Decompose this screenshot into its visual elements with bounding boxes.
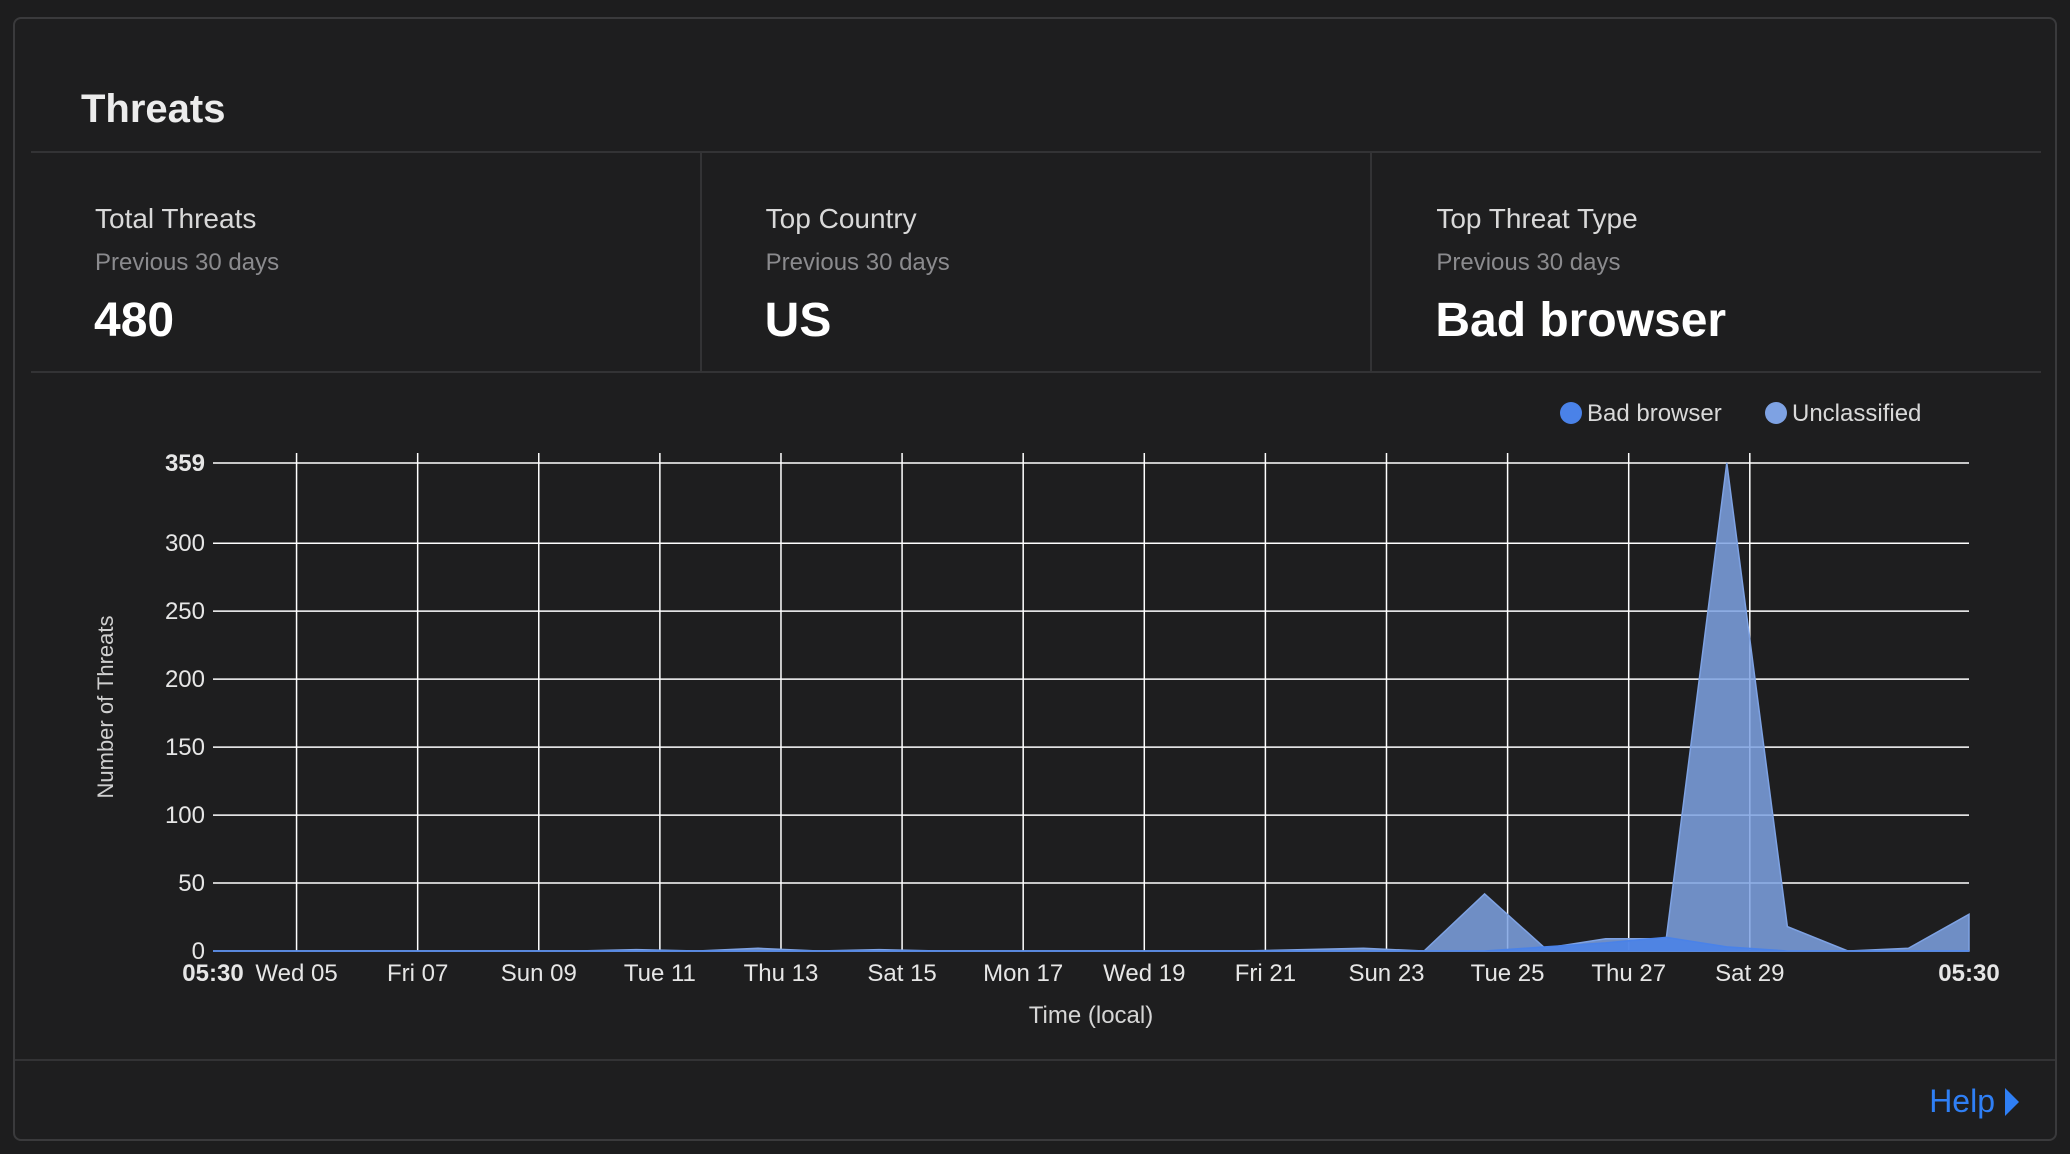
threats-card: Threats Total Threats Previous 30 days 4… — [13, 17, 2057, 1141]
x-tick-label: Mon 17 — [983, 960, 1063, 987]
x-tick-label: Wed 19 — [1103, 960, 1185, 987]
x-tick-label: Fri 07 — [387, 960, 448, 987]
y-tick-label: 200 — [165, 666, 205, 693]
stat-label: Top Threat Type — [1436, 203, 1638, 234]
stat-total-threats: Total Threats Previous 30 days 480 — [31, 153, 702, 371]
x-tick-label: Sun 23 — [1348, 960, 1424, 987]
x-tick-label: 05:30 — [182, 960, 243, 987]
legend-swatch-0 — [1560, 402, 1582, 424]
stat-value: 480 — [94, 294, 175, 347]
stat-value: US — [764, 294, 832, 347]
y-tick-label: 250 — [165, 598, 205, 625]
footer-divider — [15, 1059, 2055, 1061]
caret-right-icon — [2005, 1087, 2019, 1116]
y-tick-label: 100 — [165, 802, 205, 829]
x-tick-label: Thu 27 — [1591, 960, 1666, 987]
y-tick-label: 150 — [165, 734, 205, 761]
stat-label: Total Threats — [95, 203, 257, 234]
stat-period: Previous 30 days — [1436, 249, 1621, 276]
x-tick-label: Thu 13 — [744, 960, 819, 987]
x-tick-label: 05:30 — [1938, 960, 1999, 987]
y-tick-label: 300 — [165, 530, 205, 557]
help-label: Help — [1929, 1083, 1995, 1119]
threats-chart: 0 50 100 150 200 250 300 359 05:30 Wed 05 Fri 07 Su… — [31, 373, 2041, 1063]
x-tick-label: Sat 29 — [1715, 960, 1784, 987]
y-tick-label: 50 — [178, 870, 205, 897]
threats-area-chart: 05010015020025030035905:30 Wed 05 Fri 07 Su… — [93, 400, 2000, 1029]
legend-swatch-1 — [1765, 402, 1787, 424]
stat-top-country: Top Country Previous 30 days US — [702, 153, 1373, 371]
x-tick-label: Sun 09 — [501, 960, 577, 987]
stat-value: Bad browser — [1435, 294, 1727, 347]
x-tick-label: Wed 05 — [255, 960, 337, 987]
y-axis-title: Number of Threats — [93, 615, 118, 798]
x-tick-label: Fri 21 — [1235, 960, 1296, 987]
x-tick-label: Tue 11 — [624, 960, 696, 987]
legend-label: Bad browser — [1587, 400, 1722, 427]
stat-period: Previous 30 days — [765, 249, 950, 276]
help-link[interactable]: Help — [1929, 1083, 2019, 1120]
stat-label: Top Country — [765, 203, 917, 234]
legend-label: Unclassified — [1792, 400, 1921, 427]
series-area-1 — [213, 462, 1970, 952]
stat-period: Previous 30 days — [95, 249, 280, 276]
x-tick-label: Tue 25 — [1471, 960, 1545, 987]
stat-top-threat-type: Top Threat Type Previous 30 days Bad bro… — [1372, 153, 2041, 371]
x-tick-label: Sat 15 — [867, 960, 936, 987]
x-axis-title: Time (local) — [1029, 1002, 1153, 1029]
stats-row: Total Threats Previous 30 days 480 Top C… — [31, 153, 2041, 373]
card-title: Threats — [81, 87, 226, 131]
y-tick-label: 359 — [165, 450, 205, 477]
